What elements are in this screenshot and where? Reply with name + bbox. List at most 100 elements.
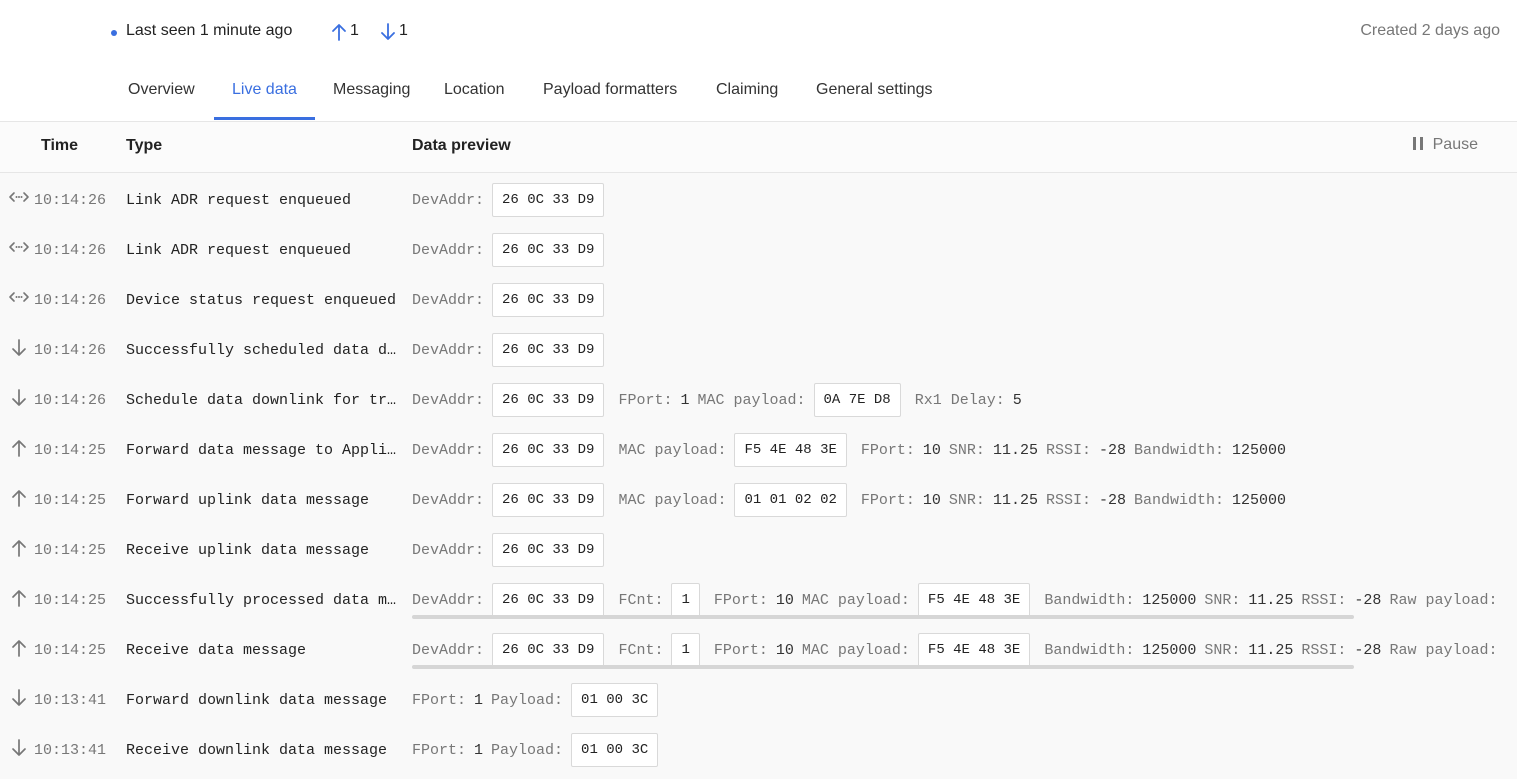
tab-messaging[interactable]: Messaging <box>333 81 410 99</box>
hex-value-box[interactable]: 26 0C 33 D9 <box>492 333 605 367</box>
table-row[interactable]: 10:14:25 Forward uplink data message DevAd… <box>0 474 1517 524</box>
event-type: Device status request enqueued <box>126 292 397 309</box>
hex-value-box[interactable]: 01 01 02 02 <box>734 483 847 517</box>
hex-value-box[interactable]: F5 4E 48 3E <box>917 583 1031 617</box>
table-row[interactable]: 10:14:25 Receive data message DevAddr: 26 0… <box>0 624 1517 674</box>
field-value: 1 <box>474 741 484 759</box>
arrow-up-icon <box>12 640 26 657</box>
hex-value-box[interactable]: 1 <box>671 633 700 667</box>
hex-value-box[interactable]: 26 0C 33 D9 <box>492 233 605 267</box>
tab-payload-formatters[interactable]: Payload formatters <box>543 81 677 99</box>
column-header-data-preview: Data preview <box>412 137 511 154</box>
online-status-dot-icon <box>111 30 117 36</box>
field-label: Bandwidth: <box>1044 641 1135 659</box>
horizontal-scrollbar[interactable] <box>412 615 1354 619</box>
field-label: Bandwidth: <box>1133 441 1224 459</box>
field-value: 10 <box>775 641 794 659</box>
data-preview: DevAddr: 26 0C 33 D9 FCnt: 1 FPort: 10 MAC pay… <box>412 633 1505 667</box>
hex-value-box[interactable]: 01 00 3C <box>571 733 659 767</box>
event-type: Forward downlink data message <box>126 692 388 709</box>
hex-value-box[interactable]: 0A 7E D8 <box>813 383 901 417</box>
field-value: 11.25 <box>992 491 1038 509</box>
uplink-count: 1 <box>350 22 359 39</box>
field-label: RSSI: <box>1045 491 1091 509</box>
event-time: 10:14:25 <box>34 642 107 659</box>
arrow-down-icon <box>12 739 26 756</box>
event-time: 10:14:25 <box>34 442 107 459</box>
event-time: 10:14:26 <box>34 342 107 359</box>
table-row[interactable]: 10:14:26 Schedule data downlink for tr… De… <box>0 374 1517 424</box>
hex-value-box[interactable]: 01 00 3C <box>571 683 659 717</box>
event-type: Receive uplink data message <box>126 542 370 559</box>
data-preview: FPort: 1 Payload: 01 00 3C <box>412 733 672 767</box>
hex-value-box[interactable]: 26 0C 33 D9 <box>492 383 605 417</box>
table-row[interactable]: 10:14:26 Device status request enqueued De… <box>0 274 1517 324</box>
event-time: 10:13:41 <box>34 742 107 759</box>
field-label: Bandwidth: <box>1044 591 1135 609</box>
hex-value-box[interactable]: 26 0C 33 D9 <box>492 283 605 317</box>
horizontal-scrollbar[interactable] <box>412 665 1354 669</box>
event-time: 10:14:26 <box>34 292 107 309</box>
mac-command-icon <box>9 192 29 202</box>
field-label: FCnt: <box>618 591 664 609</box>
field-label: Payload: <box>491 691 564 709</box>
tab-overview[interactable]: Overview <box>128 81 195 99</box>
field-label: DevAddr: <box>412 541 485 559</box>
column-header-time: Time <box>41 137 79 154</box>
table-row[interactable]: 10:14:25 Successfully processed data m… De… <box>0 574 1517 624</box>
tab-general-settings[interactable]: General settings <box>816 81 933 99</box>
arrow-up-icon <box>12 490 26 507</box>
field-value: -28 <box>1354 641 1382 659</box>
table-row[interactable]: 10:14:25 Forward data message to Appli… De… <box>0 424 1517 474</box>
hex-value-box[interactable]: F5 4E 48 3E <box>917 633 1031 667</box>
field-value: 5 <box>1012 391 1022 409</box>
hex-value-box[interactable]: 1 <box>671 583 700 617</box>
device-status-bar: Last seen 1 minute ago 1 1 Created 2 day… <box>0 0 1517 66</box>
hex-value-box[interactable]: 26 0C 33 D9 <box>492 433 605 467</box>
table-row[interactable]: 10:14:26 Successfully scheduled data d… De… <box>0 324 1517 374</box>
event-type: Schedule data downlink for tr… <box>126 392 397 409</box>
arrow-down-icon <box>381 23 395 40</box>
tab-claiming[interactable]: Claiming <box>716 81 778 99</box>
hex-value-box[interactable]: F5 4E 48 3E <box>734 433 847 467</box>
field-value: 1 <box>474 691 484 709</box>
arrow-down-icon <box>12 689 26 706</box>
pause-icon <box>1412 137 1423 150</box>
table-row[interactable]: 10:13:41 Forward downlink data message FPo… <box>0 674 1517 724</box>
event-type: Receive downlink data message <box>126 742 388 759</box>
field-value: 125000 <box>1142 591 1197 609</box>
field-label: DevAddr: <box>412 441 485 459</box>
table-row[interactable]: 10:14:26 Link ADR request enqueued DevAddr… <box>0 174 1517 224</box>
pause-button[interactable]: Pause <box>1412 136 1478 154</box>
hex-value-box[interactable]: 26 0C 33 D9 <box>492 183 605 217</box>
table-row[interactable]: 10:14:25 Receive uplink data message DevAd… <box>0 524 1517 574</box>
hex-value-box[interactable]: 26 0C 33 D9 <box>492 583 605 617</box>
field-label: MAC payload: <box>618 441 727 459</box>
tab-live-data[interactable]: Live data <box>232 81 297 99</box>
arrow-up-icon <box>12 540 26 557</box>
table-row[interactable]: 10:13:41 Receive downlink data message FPo… <box>0 724 1517 774</box>
pause-label: Pause <box>1432 136 1478 153</box>
field-value: 11.25 <box>992 441 1038 459</box>
arrow-up-icon <box>12 440 26 457</box>
event-list: 10:14:26 Link ADR request enqueued DevAddr… <box>0 174 1517 774</box>
event-time: 10:14:26 <box>34 392 107 409</box>
field-label: FPort: <box>713 641 768 659</box>
event-type: Forward data message to Appli… <box>126 442 397 459</box>
table-row[interactable]: 10:14:26 Link ADR request enqueued DevAddr… <box>0 224 1517 274</box>
event-type: Successfully processed data m… <box>126 592 397 609</box>
hex-value-box[interactable]: 26 0C 33 D9 <box>492 483 605 517</box>
hex-value-box[interactable]: 26 0C 33 D9 <box>492 533 605 567</box>
tab-location[interactable]: Location <box>444 81 505 99</box>
device-tabs: Overview Live data Messaging Location Pa… <box>0 66 1517 122</box>
column-header-type: Type <box>126 137 163 154</box>
event-time: 10:14:25 <box>34 592 107 609</box>
hex-value-box[interactable]: 26 0C 33 D9 <box>492 633 605 667</box>
field-value: 125000 <box>1232 441 1287 459</box>
data-preview: DevAddr: 26 0C 33 D9 <box>412 333 618 367</box>
mac-command-icon <box>9 292 29 302</box>
field-value: -28 <box>1354 591 1382 609</box>
field-label: SNR: <box>948 491 985 509</box>
field-label: FPort: <box>860 441 915 459</box>
data-preview: DevAddr: 26 0C 33 D9 <box>412 233 618 267</box>
